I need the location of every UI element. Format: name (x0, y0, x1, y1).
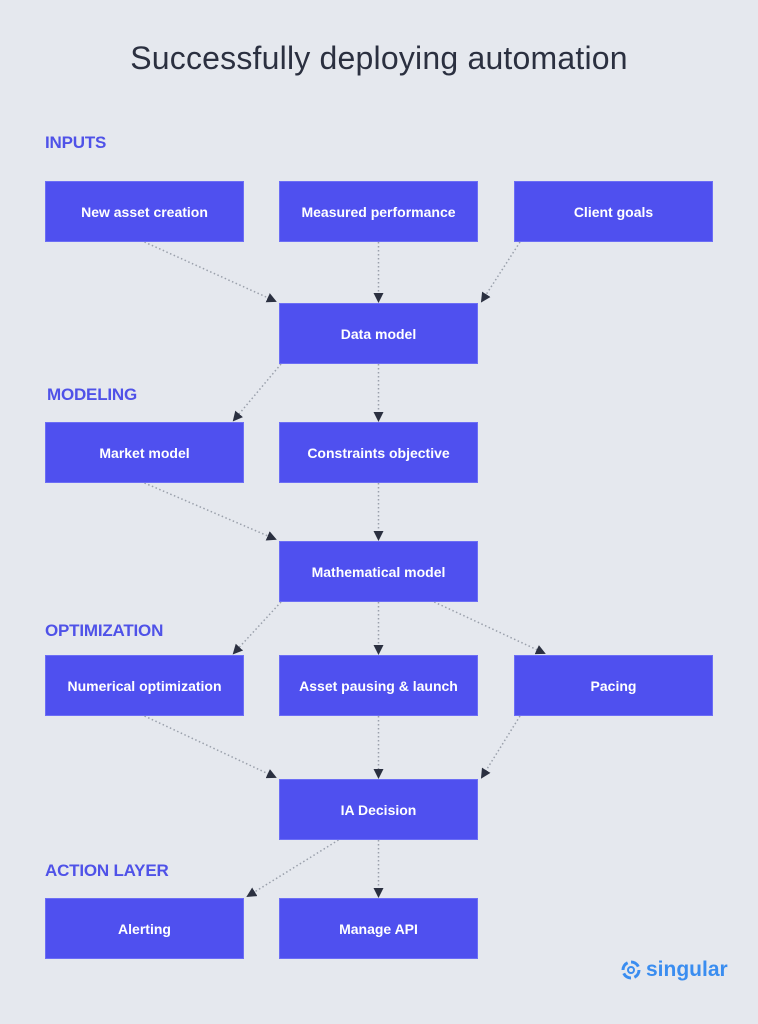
node-ia-decision: IA Decision (279, 779, 478, 840)
node-manage-api: Manage API (279, 898, 478, 959)
edge-mathematical-model-to-pacing (433, 601, 546, 655)
edge-mathematical-model-to-numerical-optimization (232, 601, 282, 655)
node-pacing: Pacing (514, 655, 713, 716)
edge-new-asset-creation-to-data-model (144, 241, 277, 303)
node-measured-performance: Measured performance (279, 181, 478, 242)
edges-layer (144, 241, 546, 898)
edge-numerical-optimization-to-ia-decision (144, 715, 277, 779)
singular-logo: singular (620, 958, 728, 982)
node-market-model: Market model (45, 422, 244, 483)
node-client-goals: Client goals (514, 181, 713, 242)
edge-ia-decision-to-alerting (246, 839, 339, 898)
node-data-model: Data model (279, 303, 478, 364)
edge-pacing-to-ia-decision (480, 715, 521, 779)
logo-text: singular (646, 958, 728, 981)
edge-client-goals-to-data-model (480, 241, 521, 303)
edge-data-model-to-market-model (232, 363, 282, 422)
node-mathematical-model: Mathematical model (279, 541, 478, 602)
node-numerical-optimization: Numerical optimization (45, 655, 244, 716)
edge-market-model-to-mathematical-model (144, 482, 277, 541)
node-alerting: Alerting (45, 898, 244, 959)
node-asset-pausing-launch: Asset pausing & launch (279, 655, 478, 716)
singular-swirl-icon (621, 960, 641, 980)
node-constraints-objective: Constraints objective (279, 422, 478, 483)
node-new-asset-creation: New asset creation (45, 181, 244, 242)
